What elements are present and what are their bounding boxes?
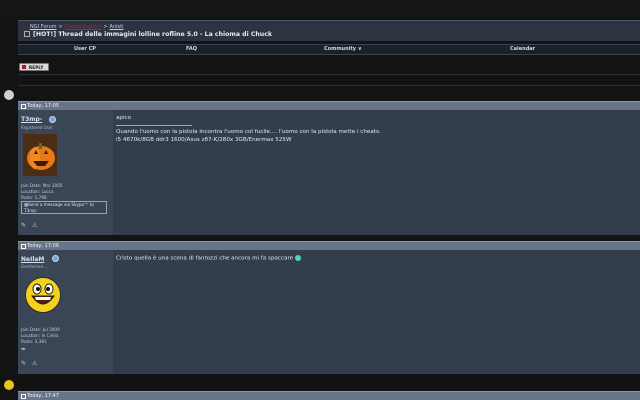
- edit-icon[interactable]: ✎: [21, 222, 26, 229]
- post-header: Today, 17:06: [18, 241, 640, 250]
- nav-calendar[interactable]: Calendar: [510, 46, 535, 52]
- avatar[interactable]: [23, 134, 57, 176]
- chevron-down-icon: ∨: [357, 46, 362, 52]
- username[interactable]: T3mp-: [21, 116, 42, 123]
- username[interactable]: NeIlaM: [21, 256, 44, 263]
- breadcrumb: NGI Forum > Comunicazioni > Anisti: [30, 24, 124, 30]
- post-date: Today, 17:06: [27, 243, 60, 249]
- top-bar: [0, 0, 640, 18]
- reply-button[interactable]: REPLY: [19, 63, 49, 71]
- reply-icon: [22, 65, 26, 69]
- breadcrumb-box: NGI Forum > Comunicazioni > Anisti [HOT!] Th…: [18, 20, 640, 41]
- reply-label: REPLY: [29, 65, 44, 70]
- nav-user-cp[interactable]: User CP: [74, 46, 96, 52]
- post-tools: ✎ ⚠: [21, 222, 43, 229]
- navbar: User CP FAQ Community ∨ Calendar: [18, 44, 640, 55]
- post-date: Today, 17:47: [27, 393, 60, 399]
- divider: [18, 85, 640, 86]
- post-content: apico Quando l'uomo con la pistola incon…: [113, 110, 640, 235]
- nav-faq[interactable]: FAQ: [186, 46, 197, 52]
- status-icon: [49, 116, 56, 123]
- post-icon: [21, 104, 26, 109]
- user-info: NeIlaM Gentleman.... Join Date: Jul 2009…: [18, 250, 114, 374]
- edit-icon[interactable]: ✎: [21, 360, 26, 367]
- pumpkin-avatar-icon: [23, 134, 57, 176]
- post-icon: [21, 244, 26, 249]
- page-side-icon[interactable]: [4, 90, 14, 100]
- signature-text: Quando l'uomo con la pistola incontra l'…: [116, 129, 381, 135]
- post-icon: [21, 394, 26, 399]
- signature-separator: [116, 125, 192, 126]
- breadcrumb-section[interactable]: Comunicazioni: [65, 24, 102, 30]
- awesome-face-icon: [26, 278, 60, 312]
- post-count: Posts: 1,798: [21, 195, 47, 200]
- post-separator: [18, 374, 640, 389]
- divider: [18, 74, 640, 75]
- status-icon: [52, 255, 59, 262]
- warning-icon[interactable]: ⚠: [32, 360, 37, 367]
- nav-community[interactable]: Community ∨: [324, 46, 362, 52]
- avatar[interactable]: [25, 277, 61, 313]
- user-title: Registered User: [21, 125, 53, 130]
- warning-icon[interactable]: ⚠: [32, 222, 37, 229]
- post-count: Posts: 3,381: [21, 339, 47, 344]
- post-text: Cristo quella è una scena di fantozzi ch…: [116, 255, 301, 262]
- post-tools: ✒: [21, 346, 32, 353]
- user-title: Gentleman....: [21, 264, 49, 269]
- post-text: apico: [116, 115, 132, 121]
- thread-icon: [24, 31, 30, 37]
- post-tools: ✎ ⚠: [21, 360, 43, 367]
- post-header: Today, 17:05: [18, 101, 640, 110]
- user-info: T3mp- Registered User Join Date: Mar 200…: [18, 110, 114, 235]
- skype-label: Send a message via Skype™ to T3mp-: [24, 202, 94, 213]
- smiley-icon: [294, 255, 301, 261]
- skype-button[interactable]: ▩Send a message via Skype™ to T3mp-: [21, 201, 107, 214]
- post-date: Today, 17:05: [27, 103, 60, 109]
- post-content: Cristo quella è una scena di fantozzi ch…: [113, 250, 640, 374]
- breadcrumb-subsection[interactable]: Anisti: [110, 24, 124, 30]
- page-side-icon[interactable]: [4, 380, 14, 390]
- thread-title-row: [HOT!] Thread delle immagini lolline rof…: [24, 31, 272, 38]
- thread-title[interactable]: [HOT!] Thread delle immagini lolline rof…: [33, 31, 272, 38]
- signature-text: i5 4670k/8GB ddr3 1600/Asus z87-K/280x 3…: [116, 137, 292, 143]
- post-header: Today, 17:47: [18, 391, 640, 400]
- breadcrumb-forum[interactable]: NGI Forum: [30, 24, 57, 30]
- signature-icon[interactable]: ✒: [21, 346, 26, 353]
